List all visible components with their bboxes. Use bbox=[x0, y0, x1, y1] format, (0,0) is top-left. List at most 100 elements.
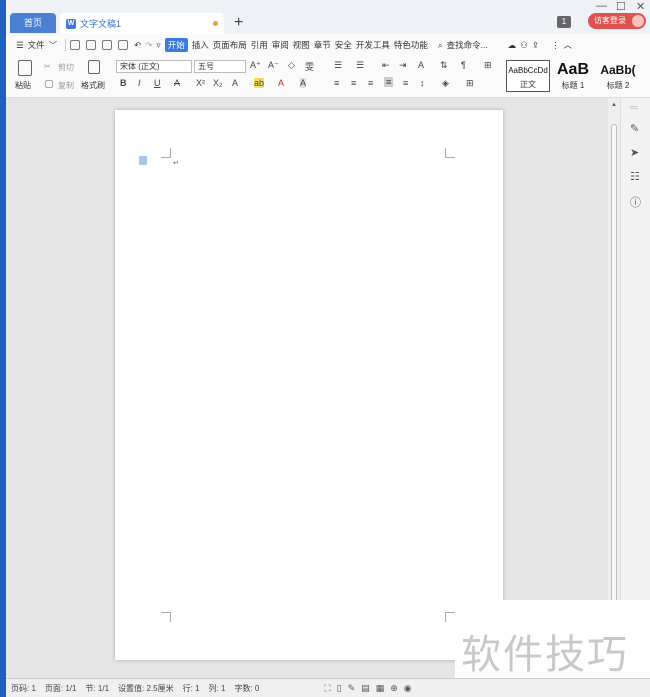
border-icon[interactable]: ⊞ bbox=[466, 78, 474, 89]
font-color-button[interactable]: A bbox=[278, 78, 284, 88]
shading-icon[interactable]: ◈ bbox=[442, 78, 449, 89]
char-shading-button[interactable]: A bbox=[300, 78, 307, 88]
tab-start[interactable]: 开始 bbox=[164, 38, 188, 52]
web-view-icon[interactable]: ⊕ bbox=[390, 683, 398, 694]
status-word-count[interactable]: 字数: 0 bbox=[234, 683, 259, 694]
tab-document[interactable]: W 文字文稿1 bbox=[60, 13, 224, 34]
add-tab-button[interactable]: + bbox=[234, 14, 243, 32]
cut-button[interactable]: 剪切 bbox=[58, 62, 74, 73]
status-pages[interactable]: 页面: 1/1 bbox=[45, 683, 77, 694]
status-page-number[interactable]: 页码: 1 bbox=[11, 683, 36, 694]
shrink-font-button[interactable]: A⁻ bbox=[268, 60, 279, 71]
fullscreen-icon[interactable]: ⛶ bbox=[324, 683, 330, 694]
copy-button[interactable]: 复制 bbox=[58, 80, 74, 91]
paste-icon[interactable] bbox=[18, 60, 32, 76]
status-column[interactable]: 列: 1 bbox=[209, 683, 226, 694]
save-icon[interactable] bbox=[70, 40, 81, 50]
print-preview-icon[interactable] bbox=[118, 40, 129, 50]
chevron-down-icon[interactable]: ﹀ bbox=[49, 39, 58, 51]
scrollbar-thumb[interactable] bbox=[611, 124, 617, 609]
paragraph-menu-icon[interactable] bbox=[139, 156, 147, 165]
paste-button[interactable]: 粘贴 bbox=[15, 80, 31, 91]
font-name-select[interactable]: 宋体 (正文) bbox=[116, 60, 192, 73]
edit-pen-icon[interactable]: ✎ bbox=[630, 122, 639, 135]
text-effect-button[interactable]: A bbox=[232, 78, 238, 88]
maximize-button[interactable]: ☐ bbox=[616, 0, 626, 13]
tab-view[interactable]: 视图 bbox=[293, 39, 310, 51]
tab-insert[interactable]: 插入 bbox=[192, 39, 209, 51]
tab-features[interactable]: 特色功能 bbox=[394, 39, 428, 51]
underline-button[interactable]: U bbox=[154, 78, 161, 88]
menu-file[interactable]: 文件 bbox=[28, 39, 45, 51]
share-icon[interactable]: ⇪ bbox=[532, 40, 539, 51]
align-center-icon[interactable]: ≡ bbox=[351, 78, 356, 88]
eye-protection-icon[interactable]: ◉ bbox=[404, 683, 412, 694]
settings-sliders-icon[interactable]: ☷ bbox=[630, 170, 640, 183]
close-button[interactable]: ✕ bbox=[636, 0, 645, 13]
format-painter-button[interactable]: 格式刷 bbox=[81, 80, 105, 91]
help-icon[interactable]: ⓘ bbox=[630, 194, 641, 210]
reading-mode-icon[interactable]: ▯ bbox=[337, 683, 342, 694]
tab-review[interactable]: 审阅 bbox=[272, 39, 289, 51]
tab-developer[interactable]: 开发工具 bbox=[356, 39, 390, 51]
search-icon[interactable]: ⌕ bbox=[438, 40, 443, 51]
hamburger-icon[interactable]: ☰ bbox=[16, 40, 24, 51]
undo-icon[interactable]: ↶ bbox=[134, 40, 141, 51]
copy-icon[interactable] bbox=[45, 80, 53, 88]
style-heading-1[interactable]: AaB 标题 1 bbox=[551, 60, 595, 92]
customize-icon[interactable]: ▿ bbox=[156, 40, 160, 51]
collaborate-icon[interactable]: ⚇ bbox=[520, 40, 528, 51]
window-count-badge[interactable]: 1 bbox=[557, 16, 571, 28]
tab-page-layout[interactable]: 页面布局 bbox=[213, 39, 247, 51]
redo-icon[interactable]: ↷ bbox=[145, 40, 152, 51]
decrease-indent-icon[interactable]: ⇤ bbox=[382, 60, 390, 71]
more-icon[interactable]: ⋮ bbox=[551, 40, 560, 51]
superscript-button[interactable]: X² bbox=[196, 78, 205, 88]
numbered-list-icon[interactable]: ☰ bbox=[356, 60, 364, 71]
align-left-icon[interactable]: ≡ bbox=[334, 78, 339, 88]
panel-grip-icon[interactable]: ═ bbox=[630, 102, 638, 114]
style-normal[interactable]: AaBbCcDd 正文 bbox=[506, 60, 550, 92]
strikethrough-button[interactable]: A bbox=[174, 78, 180, 88]
page-view-icon[interactable]: ▤ bbox=[361, 683, 370, 694]
minimize-button[interactable]: — bbox=[596, 0, 607, 12]
annotate-icon[interactable]: ✎ bbox=[348, 683, 356, 694]
tab-chapter[interactable]: 章节 bbox=[314, 39, 331, 51]
justify-icon[interactable]: ≡ bbox=[384, 77, 394, 87]
vertical-scrollbar[interactable]: ▲ bbox=[608, 98, 620, 678]
cut-icon[interactable]: ✂ bbox=[44, 62, 51, 71]
grow-font-button[interactable]: A⁺ bbox=[250, 60, 261, 71]
status-setting[interactable]: 设置值: 2.5厘米 bbox=[118, 683, 174, 694]
scroll-up-icon[interactable]: ▲ bbox=[611, 102, 617, 108]
show-marks-icon[interactable]: ¶ bbox=[461, 60, 466, 70]
highlight-button[interactable]: ab bbox=[254, 78, 265, 88]
tab-home[interactable]: 首页 bbox=[10, 13, 56, 33]
phonetic-guide-button[interactable]: 雯 bbox=[305, 60, 314, 73]
bold-button[interactable]: B bbox=[120, 78, 127, 88]
status-section[interactable]: 节: 1/1 bbox=[85, 683, 109, 694]
outline-view-icon[interactable]: ▦ bbox=[376, 683, 385, 694]
italic-button[interactable]: I bbox=[138, 78, 141, 88]
sort-icon[interactable]: ⇅ bbox=[440, 60, 448, 71]
search-command-input[interactable]: 查找命令... bbox=[447, 39, 488, 51]
format-painter-icon[interactable] bbox=[88, 60, 100, 74]
chinese-layout-icon[interactable]: A bbox=[418, 60, 424, 70]
cloud-icon[interactable]: ☁ bbox=[508, 40, 517, 51]
line-spacing-icon[interactable]: ↕ bbox=[420, 78, 425, 88]
align-right-icon[interactable]: ≡ bbox=[368, 78, 373, 88]
select-cursor-icon[interactable]: ➤ bbox=[630, 146, 639, 159]
collapse-ribbon-icon[interactable]: ︿ bbox=[563, 39, 572, 51]
distributed-icon[interactable]: ≡ bbox=[403, 78, 408, 88]
font-size-select[interactable]: 五号 bbox=[194, 60, 246, 73]
export-pdf-icon[interactable] bbox=[86, 40, 97, 50]
table-icon[interactable]: ⊞ bbox=[484, 60, 492, 71]
document-page[interactable]: ↵ bbox=[115, 110, 503, 660]
print-icon[interactable] bbox=[102, 40, 113, 50]
style-heading-2[interactable]: AaBb( 标题 2 bbox=[596, 60, 640, 92]
tab-security[interactable]: 安全 bbox=[335, 39, 352, 51]
guest-login-button[interactable]: 访客登录 bbox=[588, 13, 646, 29]
status-row[interactable]: 行: 1 bbox=[183, 683, 200, 694]
bullet-list-icon[interactable]: ☰ bbox=[334, 60, 342, 71]
clear-format-button[interactable]: ◇ bbox=[288, 60, 295, 71]
increase-indent-icon[interactable]: ⇥ bbox=[399, 60, 407, 71]
